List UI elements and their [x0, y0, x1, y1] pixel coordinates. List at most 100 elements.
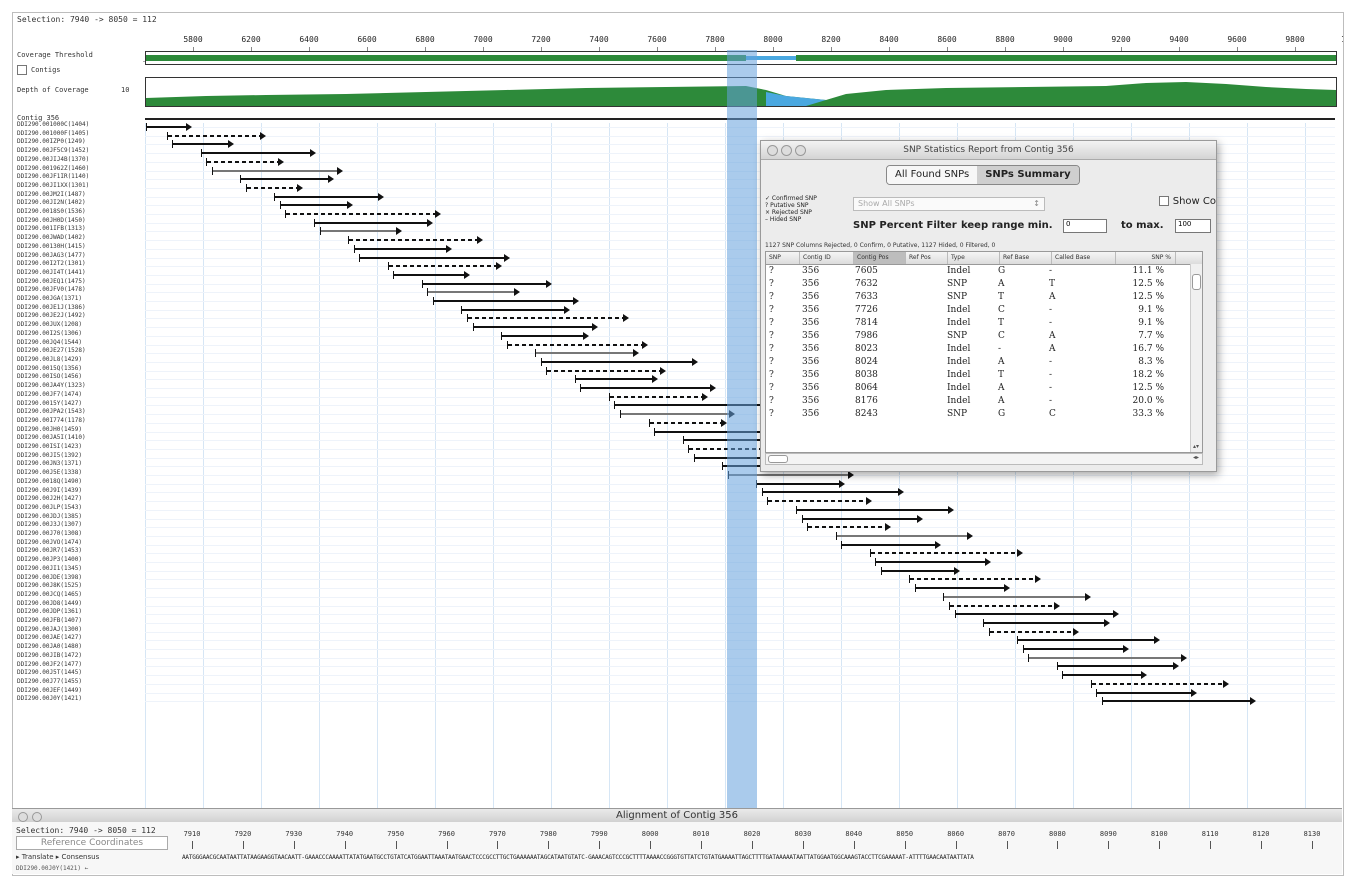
snp-row[interactable]: ? 356 8243 SNP G C 33.3 % [766, 408, 1202, 421]
read-bar[interactable] [432, 297, 579, 305]
read-bar[interactable] [943, 592, 1092, 601]
read-bar[interactable] [146, 123, 192, 131]
minimize-button[interactable] [781, 145, 792, 156]
read-name[interactable]: DDI290.00I2T2(1301) [17, 260, 141, 269]
max-input[interactable]: 100 [1175, 219, 1211, 233]
read-bar[interactable] [535, 349, 640, 358]
read-bar[interactable] [796, 505, 954, 514]
contigs-toggle[interactable]: Contigs [17, 65, 61, 75]
read-name[interactable]: DDI290.00JI4T(1441) [17, 269, 141, 278]
show-co-toggle[interactable]: Show Co [1158, 196, 1216, 207]
read-name[interactable]: DDI290.00JE2J(1492) [17, 312, 141, 321]
snp-row[interactable]: ? 356 8038 Indel T - 18.2 % [766, 369, 1202, 382]
tab-snps-summary[interactable]: SNPs Summary [977, 166, 1079, 184]
read-name[interactable]: DDI290.00JH0D(1450) [17, 217, 141, 226]
consensus-sequence[interactable]: AATGGGAACGCAATAATTATAAGAAGGTAACAATT-GAAA… [182, 854, 1342, 861]
read-bar[interactable] [574, 375, 658, 384]
read-name[interactable]: DDI290.00JL8(1429) [17, 356, 141, 365]
read-name[interactable]: DDI290.001000F(1405) [17, 130, 141, 139]
read-name[interactable]: DDI290.00JA5I(1410) [17, 434, 141, 443]
snp-row[interactable]: ? 356 8024 Indel A - 8.3 % [766, 356, 1202, 369]
read-name[interactable]: DDI290.00JN3(1371) [17, 460, 141, 469]
read-bar[interactable] [801, 514, 923, 523]
reference-coordinates-button[interactable]: Reference Coordinates [16, 836, 168, 850]
close-button[interactable] [767, 145, 778, 156]
read-name[interactable]: DDI290.00JDP(1361) [17, 608, 141, 617]
read-name[interactable]: DDI290.00ISI(1423) [17, 443, 141, 452]
read-name[interactable]: DDI290.001000C(1404) [17, 121, 141, 130]
read-name[interactable]: DDI290.00I774(1178) [17, 417, 141, 426]
snp-row[interactable]: ? 356 7605 Indel G - 11.1 % [766, 265, 1202, 278]
read-bar[interactable] [767, 497, 873, 506]
read-bar[interactable] [620, 410, 735, 419]
snp-window-titlebar[interactable]: SNP Statistics Report from Contig 356 [761, 141, 1216, 160]
read-name[interactable]: DDI290.001IFB(1313) [17, 225, 141, 234]
read-bar[interactable] [467, 314, 629, 323]
alignment-close-button[interactable] [18, 812, 28, 822]
alignment-minimize-button[interactable] [32, 812, 42, 822]
horizontal-scroll-arrows-icon[interactable]: ◂▸ [1193, 454, 1199, 461]
read-bar[interactable] [314, 218, 433, 227]
read-bar[interactable] [359, 253, 511, 262]
read-name[interactable]: DDI290.00JI2N(1402) [17, 199, 141, 208]
read-bar[interactable] [580, 384, 717, 392]
read-bar[interactable] [761, 488, 904, 497]
min-input[interactable]: 0 [1063, 219, 1107, 233]
read-bar[interactable] [166, 131, 266, 140]
read-bar[interactable] [421, 279, 552, 288]
read-bar[interactable] [1017, 636, 1161, 645]
alignment-ruler[interactable]: 7910 7920 7930 7940 7950 7960 7970 7980 7990 8000… [172, 830, 1332, 850]
read-name[interactable]: DDI290.00J3J(1307) [17, 521, 141, 530]
col-ref-base[interactable]: Ref Base [1000, 252, 1052, 264]
read-bar[interactable] [1022, 645, 1129, 653]
read-name[interactable]: DDI290.00J5T(1445) [17, 669, 141, 678]
read-name[interactable]: DDI290.00ISO(1456) [17, 373, 141, 382]
read-name[interactable]: DDI290.00JCQ(1465) [17, 591, 141, 600]
snp-row[interactable]: ? 356 8023 Indel - A 16.7 % [766, 343, 1202, 356]
scroll-arrows-icon[interactable]: ▴▾ [1193, 443, 1199, 450]
read-name[interactable]: DDI290.00JFV0(1478) [17, 286, 141, 295]
read-name[interactable]: DDI290.0015Y(1427) [17, 400, 141, 409]
read-bar[interactable] [1056, 662, 1179, 671]
zoom-button[interactable] [795, 145, 806, 156]
read-name[interactable]: DDI290.00J9I(1439) [17, 487, 141, 496]
read-name[interactable]: DDI290.00JAJ(1300) [17, 626, 141, 635]
read-name[interactable]: DDI290.00JE1J(1386) [17, 304, 141, 313]
snp-row[interactable]: ? 356 7726 Indel C - 9.1 % [766, 304, 1202, 317]
read-name[interactable]: DDI290.00J0Y(1421) [17, 695, 141, 704]
show-co-checkbox[interactable] [1158, 196, 1169, 206]
read-bar[interactable] [172, 140, 235, 149]
read-name[interactable]: DDI290.001962Z(1460) [17, 165, 141, 174]
read-name[interactable]: DDI290.00JE27(1528) [17, 347, 141, 356]
contigs-checkbox[interactable] [17, 65, 27, 75]
col-ref-pos[interactable]: Ref Pos [906, 252, 948, 264]
vertical-scroll-thumb[interactable] [1192, 274, 1201, 290]
read-bar[interactable] [835, 531, 973, 540]
read-bar[interactable] [245, 183, 303, 192]
read-name[interactable]: DDI290.00JWAD(1402) [17, 234, 141, 243]
read-name[interactable]: DDI290.00JUX(1208) [17, 321, 141, 330]
read-name[interactable]: DDI290.0018Q(1490) [17, 478, 141, 487]
read-name[interactable]: DDI290.00IZP0(1249) [17, 138, 141, 147]
read-name[interactable]: DDI290.00JEF(1449) [17, 687, 141, 696]
read-name[interactable]: DDI290.00JM2I(1487) [17, 191, 141, 200]
read-bar[interactable] [807, 523, 892, 532]
read-name[interactable]: DDI290.00I2S(1306) [17, 330, 141, 339]
read-name[interactable]: DDI290.00JLP(1543) [17, 504, 141, 513]
read-name[interactable]: DDI290.00JF2(1477) [17, 661, 141, 670]
read-bar[interactable] [348, 236, 484, 245]
read-bar[interactable] [988, 627, 1079, 636]
read-name[interactable]: DDI290.00J77(1455) [17, 678, 141, 687]
horizontal-scrollbar[interactable]: ◂▸ [765, 453, 1203, 465]
read-bar[interactable] [608, 392, 708, 401]
read-bar[interactable] [869, 549, 1023, 558]
read-name[interactable]: DDI290.00JR7(1453) [17, 547, 141, 556]
read-name[interactable]: DDI290.00JGA(1371) [17, 295, 141, 304]
read-bar[interactable] [983, 618, 1111, 627]
read-name[interactable]: DDI290.00J70(1308) [17, 530, 141, 539]
read-name[interactable]: DDI290.00J2H(1427) [17, 495, 141, 504]
snp-filter-dropdown[interactable]: Show All SNPs ↕ [853, 197, 1045, 211]
read-name[interactable]: DDI290.00JI1(1345) [17, 565, 141, 574]
read-bar[interactable] [1096, 688, 1198, 697]
selection-band[interactable] [727, 50, 757, 808]
